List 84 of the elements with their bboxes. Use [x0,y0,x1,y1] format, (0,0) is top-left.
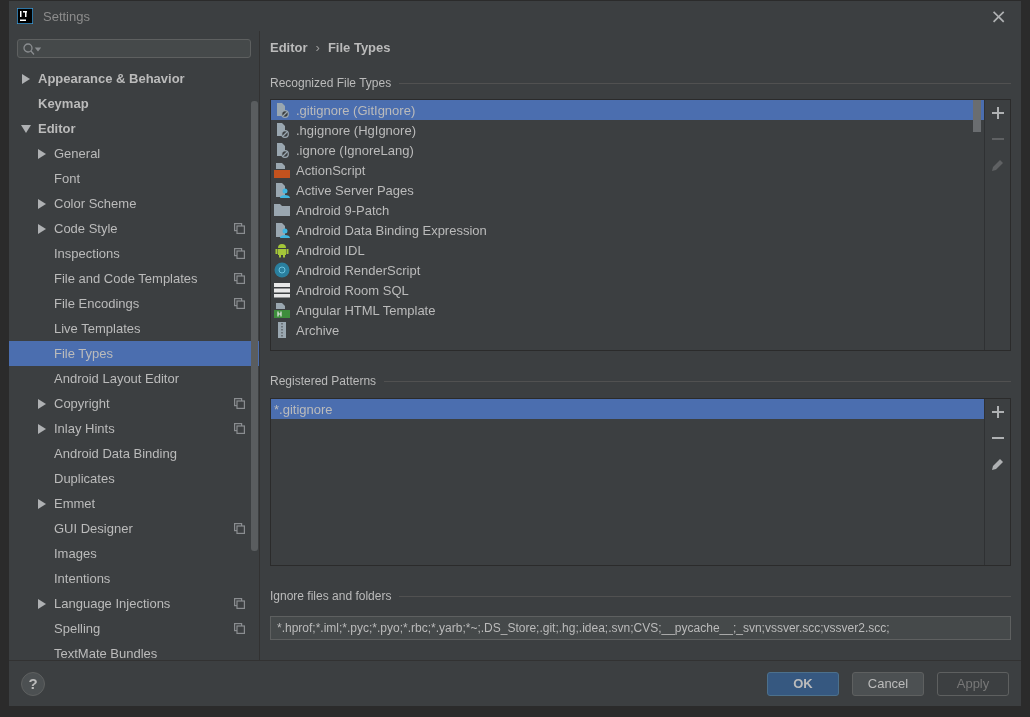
folder-icon [274,202,290,218]
file-type-item[interactable]: Android IDL [271,240,984,260]
tree-item[interactable]: Language Injections [9,591,259,616]
expanded-arrow-icon[interactable] [21,123,31,134]
tree-item[interactable]: Intentions [9,566,259,591]
file-type-item[interactable]: Archive [271,320,984,340]
tree-item[interactable]: Emmet [9,491,259,516]
html-file-icon [274,302,290,318]
tree-item[interactable]: Code Style [9,216,259,241]
tree-item[interactable]: Spelling [9,616,259,641]
window-title: Settings [43,8,91,24]
collapsed-arrow-icon[interactable] [37,198,47,209]
dialog-button[interactable]: OK [767,671,839,696]
file-type-item[interactable]: Android RenderScript [271,260,984,280]
section-title: Recognized File Types [270,76,392,90]
tree-item[interactable]: Keymap [9,91,259,116]
tree-item[interactable]: File Encodings [9,291,259,316]
ignore-patterns-field[interactable]: *.hprof;*.iml;*.pyc;*.pyo;*.rbc;*.yarb;*~;.DS_Store;.git;.hg;.idea;.svn;CVS;__pycache__;_svn;vssver.scc;vssver2.scc; [270,616,1011,640]
help-button[interactable]: ? [21,671,45,696]
copy-icon [234,423,245,434]
tree-item[interactable]: Editor [9,116,259,141]
copy-icon [234,523,245,534]
scrollbar[interactable] [973,100,981,132]
tree-item[interactable]: File and Code Templates [9,266,259,291]
copy-icon [234,623,245,634]
android-icon [274,242,290,258]
collapsed-arrow-icon[interactable] [37,398,47,409]
tree-item[interactable]: Android Layout Editor [9,366,259,391]
collapsed-arrow-icon[interactable] [37,223,47,234]
ignore-file-icon [274,102,290,118]
file-type-item[interactable]: Android Data Binding Expression [271,220,984,240]
file-type-item[interactable]: Active Server Pages [271,180,984,200]
collapsed-arrow-icon[interactable] [21,73,31,84]
tree-item[interactable]: Inlay Hints [9,416,259,441]
tree-item[interactable]: General [9,141,259,166]
search-field[interactable] [17,39,251,58]
pencil-icon [990,158,1005,172]
section-title: Ignore files and folders [270,589,392,603]
collapsed-arrow-icon[interactable] [37,423,47,434]
file-type-item[interactable]: Angular HTML Template [271,300,984,320]
ignore-file-icon [274,122,290,138]
collapsed-arrow-icon[interactable] [37,498,47,509]
file-type-item[interactable]: ActionScript [271,160,984,180]
collapsed-arrow-icon[interactable] [37,598,47,609]
file-type-item[interactable]: Android Room SQL [271,280,984,300]
tree-item[interactable]: GUI Designer [9,516,259,541]
copy-icon [234,398,245,409]
collapsed-arrow-icon[interactable] [37,148,47,159]
breadcrumb-separator: › [315,39,320,55]
file-type-item[interactable]: Android 9-Patch [271,200,984,220]
tree-item[interactable]: Color Scheme [9,191,259,216]
actionscript-file-icon [274,162,290,178]
table-icon [274,282,290,298]
tree-item[interactable]: Font [9,166,259,191]
file-type-item[interactable]: .ignore (IgnoreLang) [271,140,984,160]
plus-icon [991,107,1004,119]
copy-icon [234,223,245,234]
scrollbar[interactable] [251,101,258,551]
file-type-item[interactable]: .hgignore (HgIgnore) [271,120,984,140]
file-person-icon [274,222,290,238]
section-title: Registered Patterns [270,374,377,388]
tree-item[interactable]: TextMate Bundles [9,641,259,660]
tree-item[interactable]: Android Data Binding [9,441,259,466]
tree-item[interactable]: Copyright [9,391,259,416]
tree-item[interactable]: Appearance & Behavior [9,66,259,91]
breadcrumb-item: Editor [270,39,308,55]
renderscript-icon [274,262,290,278]
tree-item[interactable]: Live Templates [9,316,259,341]
copy-icon [234,298,245,309]
breadcrumb-item: File Types [327,39,391,55]
app-logo-icon [17,8,33,24]
plus-icon [991,406,1004,418]
dialog-button[interactable]: Cancel [852,671,924,696]
pencil-icon [990,457,1005,471]
ignore-file-icon [274,142,290,158]
tree-item[interactable]: Inspections [9,241,259,266]
copy-icon [234,273,245,284]
tree-item[interactable]: Duplicates [9,466,259,491]
tree-item[interactable]: Images [9,541,259,566]
file-person-icon [274,182,290,198]
copy-icon [234,248,245,259]
copy-icon [234,598,245,609]
search-icon [23,42,41,55]
close-button[interactable]: × [984,6,1013,26]
